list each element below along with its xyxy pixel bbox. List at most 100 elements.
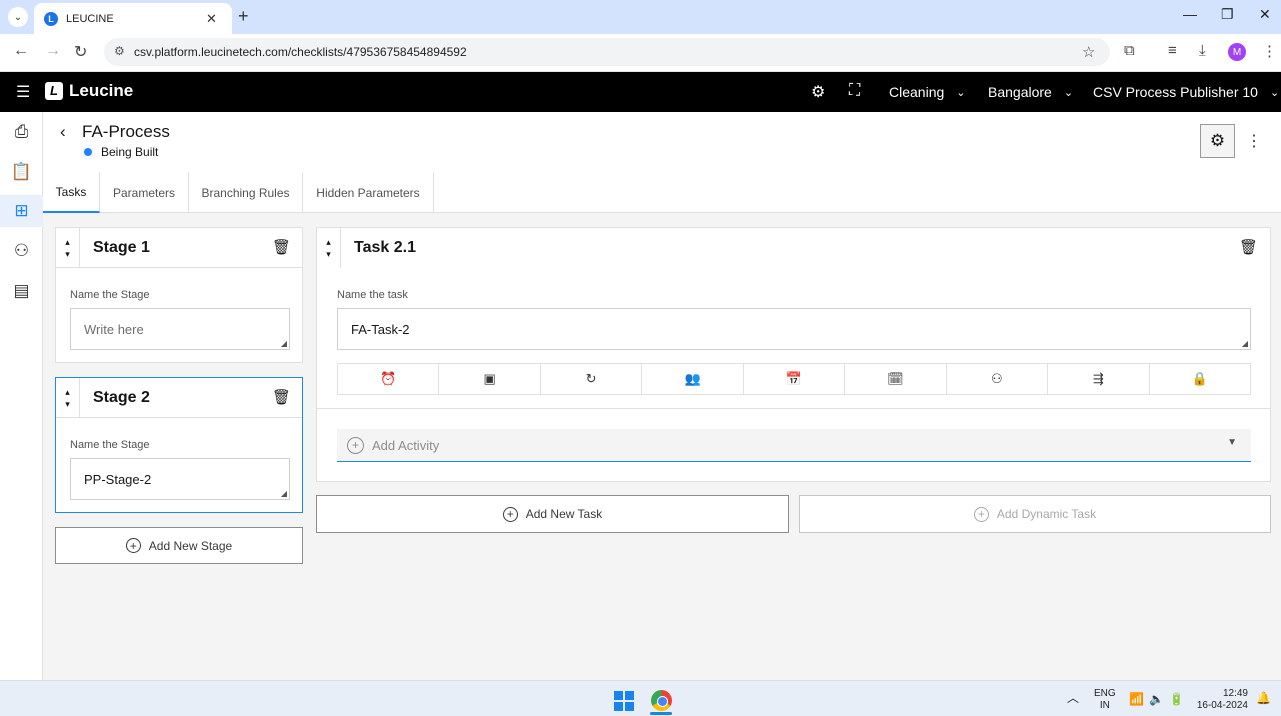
scan-icon[interactable]: ⛶ xyxy=(849,82,860,100)
user-label: CSV Process Publisher 10 xyxy=(1093,84,1258,100)
new-tab-icon[interactable]: + xyxy=(238,6,249,27)
ontology-tree-icon[interactable]: ⚇ xyxy=(0,235,43,267)
reorder-arrows[interactable]: ▴ ▾ xyxy=(317,228,341,268)
browser-tab[interactable]: L LEUCINE ✕ xyxy=(34,3,232,34)
stage-name-value: PP-Stage-2 xyxy=(84,471,152,487)
chevron-down-icon: ⌄ xyxy=(1063,86,1074,99)
download-icon[interactable]: ⤓ xyxy=(1199,42,1206,59)
add-new-task-label: Add New Task xyxy=(525,507,603,521)
clock[interactable]: 12:49 16-04-2024 xyxy=(1196,688,1248,712)
stage-card[interactable]: ▴ ▾ Stage 1 🗑 Name the Stage Write here ◢ xyxy=(55,227,303,363)
delete-trash-icon[interactable]: 🗑 xyxy=(1239,238,1258,256)
hamburger-menu-icon[interactable]: ☰ xyxy=(16,82,30,102)
status-badge: Being Built xyxy=(84,145,158,159)
close-window-icon[interactable]: ✕ xyxy=(1259,6,1271,23)
add-new-task-button[interactable]: + Add New Task xyxy=(316,495,789,533)
reload-icon[interactable]: ↻ xyxy=(74,42,87,62)
address-bar[interactable]: ⚙ csv.platform.leucinetech.com/checklist… xyxy=(104,38,1110,66)
more-options-icon[interactable]: ⋮ xyxy=(1246,131,1262,151)
add-circle-icon: + xyxy=(502,506,518,522)
bookmark-star-icon[interactable]: ☆ xyxy=(1082,43,1095,61)
site-info-icon[interactable]: ⚙ xyxy=(114,44,125,58)
settings-gear-icon[interactable]: ⚙ xyxy=(811,82,825,102)
move-down-icon: ▾ xyxy=(65,248,70,259)
forward-arrow-icon[interactable]: → xyxy=(45,42,61,60)
tray-overflow-chevron-icon[interactable]: ︿ xyxy=(1067,692,1079,704)
clipboard-lock-icon[interactable]: 🔒 xyxy=(1150,364,1250,394)
windows-start-icon[interactable] xyxy=(614,691,634,711)
reading-list-icon[interactable]: ≡ xyxy=(1168,42,1177,59)
delete-trash-icon[interactable]: 🗑 xyxy=(272,388,291,406)
wifi-icon[interactable]: 📶 xyxy=(1129,693,1144,705)
resize-handle-icon[interactable]: ◢ xyxy=(281,339,287,348)
move-down-icon: ▾ xyxy=(326,249,331,259)
caret-down-icon: ▼ xyxy=(1227,437,1237,448)
calendar-clock-icon[interactable]: 🗓 xyxy=(845,364,947,394)
tab-search-chevron-icon[interactable]: ⌄ xyxy=(8,7,28,27)
tab-tasks[interactable]: Tasks xyxy=(43,172,100,213)
alarm-clock-icon[interactable]: ⏰ xyxy=(338,364,440,394)
add-dynamic-task-label: Add Dynamic Task xyxy=(996,507,1097,521)
add-new-stage-button[interactable]: + Add New Stage xyxy=(55,527,303,564)
task-action-toolbar: ⏰ ▣ ↻ 👥 📅 🗓 ⚇ ⇶ 🔒 xyxy=(337,363,1251,395)
tab-parameters[interactable]: Parameters xyxy=(100,172,189,213)
add-dynamic-task-button[interactable]: + Add Dynamic Task xyxy=(799,495,1271,533)
reorder-arrows[interactable]: ▴ ▾ xyxy=(56,377,80,418)
move-up-icon: ▴ xyxy=(65,386,70,397)
tab-branching-rules[interactable]: Branching Rules xyxy=(189,172,303,213)
stage-name-label: Name the Stage xyxy=(70,439,150,451)
move-down-icon: ▾ xyxy=(65,398,70,409)
facility-dropdown[interactable]: Cleaning ⌄ xyxy=(889,84,965,100)
user-dropdown[interactable]: CSV Process Publisher 10 ⌄ xyxy=(1093,84,1279,100)
refresh-icon[interactable]: ↻ xyxy=(541,364,643,394)
stage-name-input[interactable]: PP-Stage-2 ◢ xyxy=(70,458,290,500)
volume-icon[interactable]: 🔈 xyxy=(1149,693,1164,705)
assign-users-icon[interactable]: 👥 xyxy=(642,364,744,394)
inbox-icon[interactable]: ⎙ xyxy=(0,116,43,148)
url-text: csv.platform.leucinetech.com/checklists/… xyxy=(134,45,467,59)
resize-handle-icon[interactable]: ◢ xyxy=(1242,339,1248,348)
add-new-stage-label: Add New Stage xyxy=(148,538,233,553)
image-icon[interactable]: ▣ xyxy=(439,364,541,394)
task-name-value: FA-Task-2 xyxy=(351,321,410,337)
battery-icon[interactable]: 🔋 xyxy=(1169,693,1184,705)
task-name-label: Name the task xyxy=(337,289,408,301)
checklist-icon[interactable]: 📋 xyxy=(0,156,43,188)
flow-icon[interactable]: ⇶ xyxy=(1048,364,1150,394)
task-name-input[interactable]: FA-Task-2 ◢ xyxy=(337,308,1251,350)
leucine-favicon-icon: L xyxy=(44,11,58,26)
resize-handle-icon[interactable]: ◢ xyxy=(281,489,287,498)
extensions-icon[interactable]: ⧉ xyxy=(1124,42,1135,59)
process-settings-button[interactable]: ⚙ xyxy=(1200,124,1235,158)
clock-time: 12:49 xyxy=(1222,688,1248,699)
stage-name-label: Name the Stage xyxy=(70,289,150,301)
reorder-arrows[interactable]: ▴ ▾ xyxy=(56,227,80,268)
minimize-icon[interactable]: — xyxy=(1183,6,1197,22)
stage-card[interactable]: ▴ ▾ Stage 2 🗑 Name the Stage PP-Stage-2 ◢ xyxy=(55,377,303,513)
move-up-icon: ▴ xyxy=(65,236,70,247)
reports-icon[interactable]: ▤ xyxy=(0,275,43,307)
chrome-taskbar-icon[interactable] xyxy=(651,690,672,711)
close-tab-icon[interactable]: ✕ xyxy=(206,11,217,27)
schedule-calendar-icon[interactable]: 📅 xyxy=(744,364,846,394)
process-builder-icon[interactable]: ⊞ xyxy=(0,195,43,227)
page-title: FA-Process xyxy=(82,122,170,141)
status-dot xyxy=(84,148,92,156)
chevron-down-icon: ⌄ xyxy=(1269,86,1280,99)
task-card[interactable]: ▴ ▾ Task 2.1 🗑 Name the task FA-Task-2 ◢ … xyxy=(316,227,1271,482)
back-chevron-icon[interactable]: ‹ xyxy=(60,122,66,142)
brand-logo[interactable]: L Leucine xyxy=(45,81,133,101)
restore-icon[interactable]: ❐ xyxy=(1221,6,1234,23)
clock-date: 16-04-2024 xyxy=(1196,700,1248,711)
delete-trash-icon[interactable]: 🗑 xyxy=(272,238,291,256)
language-indicator[interactable]: ENG IN xyxy=(1094,688,1116,712)
chrome-menu-icon[interactable]: ⋮ xyxy=(1262,42,1277,60)
profile-avatar[interactable]: M xyxy=(1228,43,1246,61)
notification-bell-icon[interactable]: 🔔 xyxy=(1256,692,1271,704)
site-dropdown[interactable]: Bangalore ⌄ xyxy=(988,84,1073,100)
add-activity-dropdown[interactable]: + Add Activity ▼ xyxy=(337,429,1251,462)
tab-hidden-parameters[interactable]: Hidden Parameters xyxy=(303,172,434,213)
back-arrow-icon[interactable]: ← xyxy=(13,42,29,60)
stage-name-input[interactable]: Write here ◢ xyxy=(70,308,290,350)
branch-icon[interactable]: ⚇ xyxy=(947,364,1049,394)
